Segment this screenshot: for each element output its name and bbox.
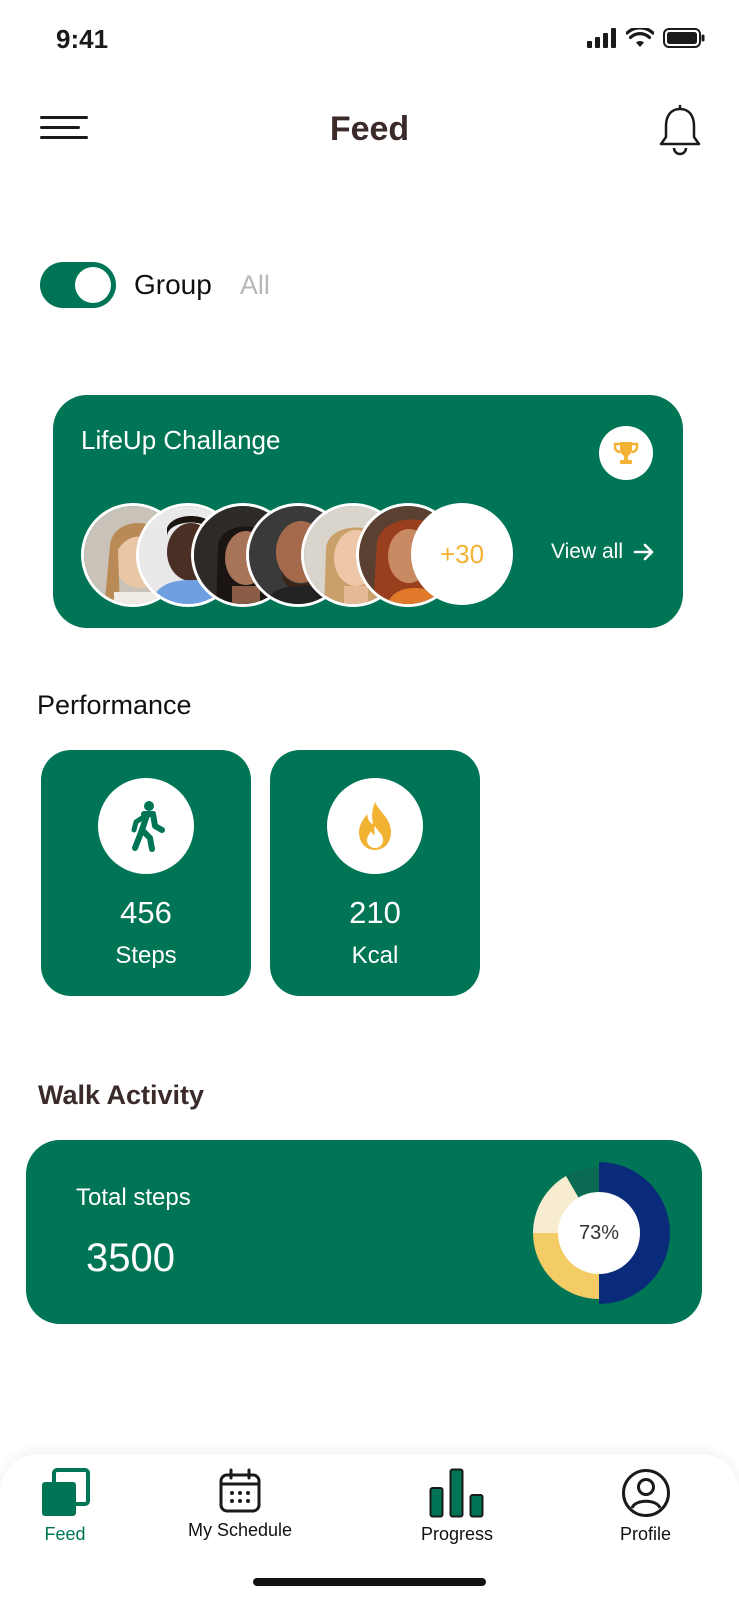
nav-progress[interactable]: Progress bbox=[421, 1468, 493, 1545]
nav-profile-label: Profile bbox=[620, 1524, 672, 1544]
bell-icon bbox=[659, 104, 701, 156]
view-all-label: View all bbox=[551, 540, 623, 563]
steps-icon-badge bbox=[98, 778, 194, 874]
participant-avatars[interactable]: +30 bbox=[81, 503, 513, 607]
nav-progress-label: Progress bbox=[421, 1524, 494, 1544]
nav-my-schedule-label: My Schedule bbox=[188, 1520, 293, 1540]
filter-row: Group All bbox=[40, 262, 270, 308]
nav-profile[interactable]: Profile bbox=[620, 1468, 671, 1545]
notification-button[interactable] bbox=[657, 104, 703, 156]
nav-feed-label: Feed bbox=[44, 1524, 86, 1544]
challenge-title: LifeUp Challange bbox=[81, 425, 281, 455]
walk-activity-card[interactable]: Total steps 3500 73% bbox=[26, 1140, 702, 1324]
toggle-knob bbox=[75, 267, 111, 303]
kcal-label: Kcal bbox=[351, 942, 399, 969]
walking-icon bbox=[131, 801, 165, 852]
challenge-card[interactable]: LifeUp Challange +30 View all bbox=[53, 395, 683, 628]
steps-label: Steps bbox=[115, 942, 177, 969]
total-steps-value: 3500 bbox=[86, 1236, 175, 1280]
nav-my-schedule[interactable]: My Schedule bbox=[188, 1468, 292, 1541]
page-title: Feed bbox=[329, 110, 410, 148]
battery-icon bbox=[663, 28, 705, 48]
wifi-icon bbox=[626, 28, 654, 47]
view-all-link[interactable]: View all bbox=[551, 540, 655, 564]
trophy-badge[interactable] bbox=[599, 426, 653, 480]
steps-value: 456 bbox=[120, 895, 172, 930]
group-label: Group bbox=[134, 269, 212, 300]
performance-title: Performance bbox=[37, 690, 192, 720]
status-icons bbox=[587, 28, 705, 48]
home-indicator bbox=[253, 1578, 486, 1586]
status-time: 9:41 bbox=[56, 24, 109, 54]
bar-chart-icon bbox=[429, 1468, 484, 1518]
feed-icon bbox=[42, 1468, 90, 1516]
steps-card[interactable]: 456 Steps bbox=[41, 750, 251, 996]
nav-feed[interactable]: Feed bbox=[40, 1468, 90, 1545]
group-toggle[interactable] bbox=[40, 262, 116, 308]
flame-icon bbox=[359, 802, 391, 850]
kcal-card[interactable]: 210 Kcal bbox=[270, 750, 480, 996]
walk-activity-title: Walk Activity bbox=[38, 1080, 205, 1110]
total-steps-label: Total steps bbox=[76, 1184, 191, 1211]
all-option[interactable]: All bbox=[240, 270, 270, 301]
progress-percent: 73% bbox=[558, 1192, 640, 1274]
calendar-icon bbox=[219, 1468, 261, 1513]
profile-icon bbox=[621, 1469, 670, 1517]
more-participants-badge[interactable]: +30 bbox=[411, 503, 513, 605]
trophy-icon bbox=[613, 442, 639, 464]
kcal-icon-badge bbox=[327, 778, 423, 874]
signal-icon bbox=[587, 28, 616, 48]
kcal-value: 210 bbox=[349, 895, 401, 930]
status-bar: 9:41 bbox=[0, 0, 739, 80]
arrow-right-icon bbox=[633, 543, 654, 561]
